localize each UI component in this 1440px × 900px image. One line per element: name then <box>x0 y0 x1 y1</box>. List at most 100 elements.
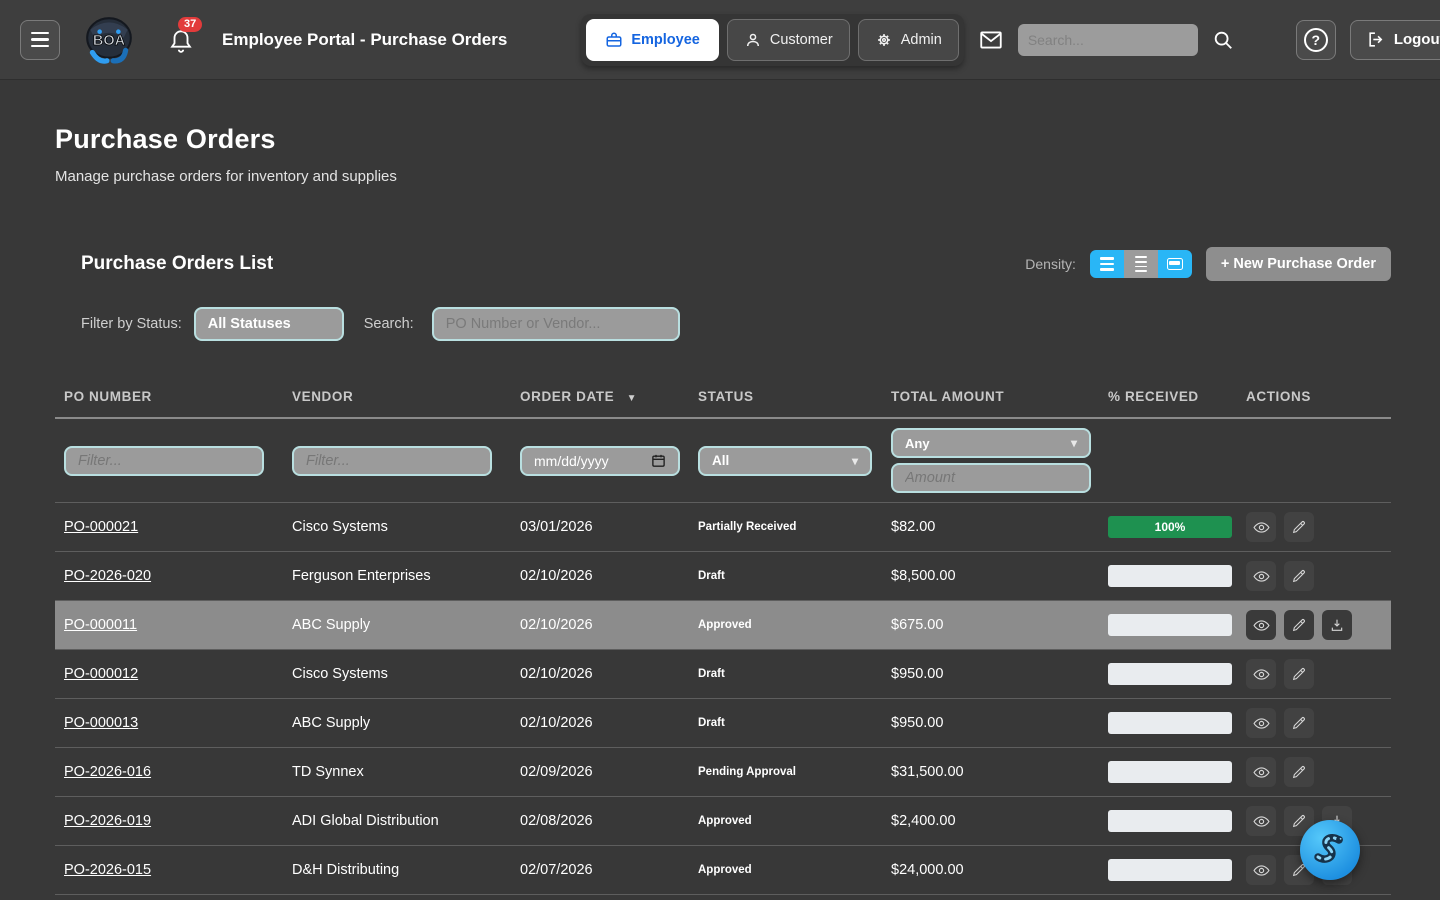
table-row[interactable]: PO-2026-016 TD Synnex 02/09/2026 Pending… <box>55 748 1391 797</box>
edit-button[interactable] <box>1284 512 1314 542</box>
briefcase-icon <box>605 31 623 49</box>
po-vendor-search-field <box>432 307 680 341</box>
date-filter-input[interactable]: mm/dd/yyyy <box>520 446 680 476</box>
edit-button[interactable] <box>1284 757 1314 787</box>
status-column-select[interactable]: All ▾ <box>698 446 872 476</box>
page-title: Purchase Orders <box>55 124 1391 155</box>
amount-range-select[interactable]: Any ▾ <box>891 428 1091 458</box>
assistant-fab-button[interactable] <box>1300 820 1360 880</box>
eye-icon <box>1253 568 1270 585</box>
tab-admin[interactable]: Admin <box>858 19 959 61</box>
view-button[interactable] <box>1246 512 1276 542</box>
po-vendor-search-input[interactable] <box>446 316 666 332</box>
tab-employee[interactable]: Employee <box>586 19 719 61</box>
view-button[interactable] <box>1246 757 1276 787</box>
download-button[interactable] <box>1322 610 1352 640</box>
table-row[interactable]: PO-2026-015 D&H Distributing 02/07/2026 … <box>55 846 1391 895</box>
table-row-selected[interactable]: PO-000011 ABC Supply 02/10/2026 Approved… <box>55 601 1391 650</box>
status-cell: Approved <box>698 815 891 827</box>
order-date-cell: 02/10/2026 <box>520 617 698 633</box>
top-bar: BOA 37 Employee Portal - Purchase Orders… <box>0 0 1440 80</box>
vendor-cell: Cisco Systems <box>292 519 520 535</box>
amount-cell: $8,500.00 <box>891 568 1108 584</box>
po-link[interactable]: PO-000021 <box>64 519 138 535</box>
chevron-down-icon: ▾ <box>852 454 858 468</box>
order-date-cell: 02/10/2026 <box>520 715 698 731</box>
tab-customer-label: Customer <box>770 32 833 48</box>
view-button[interactable] <box>1246 659 1276 689</box>
download-icon <box>1329 617 1345 633</box>
table-filter-row: mm/dd/yyyy All ▾ Any ▾ <box>55 419 1391 503</box>
po-link[interactable]: PO-2026-016 <box>64 764 151 780</box>
density-comfortable-button[interactable] <box>1124 250 1158 278</box>
amount-cell: $82.00 <box>891 519 1108 535</box>
amount-cell: $675.00 <box>891 617 1108 633</box>
po-link[interactable]: PO-000012 <box>64 666 138 682</box>
po-link[interactable]: PO-000011 <box>64 617 137 633</box>
pencil-icon <box>1291 519 1307 535</box>
order-date-cell: 02/10/2026 <box>520 666 698 682</box>
table-row[interactable]: PO-2026-020 Ferguson Enterprises 02/10/2… <box>55 552 1391 601</box>
menu-button[interactable] <box>20 20 60 60</box>
edit-button[interactable] <box>1284 561 1314 591</box>
edit-button[interactable] <box>1284 708 1314 738</box>
order-date-cell: 02/09/2026 <box>520 764 698 780</box>
col-order-date[interactable]: ORDER DATE ▼ <box>520 389 698 404</box>
edit-button[interactable] <box>1284 610 1314 640</box>
po-link[interactable]: PO-2026-015 <box>64 862 151 878</box>
table-row[interactable]: PO-000012 Cisco Systems 02/10/2026 Draft… <box>55 650 1391 699</box>
view-button[interactable] <box>1246 610 1276 640</box>
tab-customer[interactable]: Customer <box>727 19 850 61</box>
po-link[interactable]: PO-2026-019 <box>64 813 151 829</box>
received-progress: 100% <box>1108 516 1232 538</box>
help-button[interactable]: ? <box>1296 20 1336 60</box>
search-label: Search: <box>364 316 414 332</box>
col-po-number[interactable]: PO NUMBER <box>64 389 292 404</box>
amount-filter-field <box>891 463 1091 493</box>
edit-button[interactable] <box>1284 659 1314 689</box>
logout-button[interactable]: Logout <box>1350 20 1440 60</box>
vendor-cell: D&H Distributing <box>292 862 520 878</box>
density-spacious-icon <box>1167 258 1183 270</box>
density-compact-button[interactable] <box>1090 250 1124 278</box>
density-compact-icon <box>1100 257 1114 271</box>
view-button[interactable] <box>1246 561 1276 591</box>
global-search-input[interactable] <box>1018 24 1198 56</box>
app-title: Employee Portal - Purchase Orders <box>222 30 507 50</box>
new-purchase-order-button[interactable]: + New Purchase Order <box>1206 247 1391 281</box>
view-button[interactable] <box>1246 708 1276 738</box>
snake-mascot-icon <box>1310 830 1350 870</box>
status-cell: Approved <box>698 864 891 876</box>
po-link[interactable]: PO-000013 <box>64 715 138 731</box>
list-title: Purchase Orders List <box>81 253 273 275</box>
table-row[interactable]: PO-000013 ABC Supply 02/10/2026 Draft $9… <box>55 699 1391 748</box>
status-cell: Draft <box>698 570 891 582</box>
amount-cell: $24,000.00 <box>891 862 1108 878</box>
density-toggle-group <box>1090 250 1192 278</box>
density-spacious-button[interactable] <box>1158 250 1192 278</box>
po-link[interactable]: PO-2026-020 <box>64 568 151 584</box>
table-row[interactable]: PO-2026-019 ADI Global Distribution 02/0… <box>55 797 1391 846</box>
vendor-filter-input[interactable] <box>306 453 478 469</box>
notifications-button[interactable]: 37 <box>168 27 194 53</box>
eye-icon <box>1253 666 1270 683</box>
mail-icon[interactable] <box>978 27 1004 53</box>
search-icon[interactable] <box>1212 29 1234 51</box>
col-received[interactable]: % RECEIVED <box>1108 389 1246 404</box>
table-row[interactable]: PO-000021 Cisco Systems 03/01/2026 Parti… <box>55 503 1391 552</box>
po-filter-input[interactable] <box>78 453 250 469</box>
amount-filter-input[interactable] <box>905 470 1077 486</box>
col-total-amount[interactable]: TOTAL AMOUNT <box>891 389 1108 404</box>
pencil-icon <box>1291 715 1307 731</box>
status-cell: Draft <box>698 717 891 729</box>
gear-icon <box>875 31 893 49</box>
vendor-cell: Cisco Systems <box>292 666 520 682</box>
view-button[interactable] <box>1246 855 1276 885</box>
col-status[interactable]: STATUS <box>698 389 891 404</box>
view-button[interactable] <box>1246 806 1276 836</box>
received-progress <box>1108 565 1232 587</box>
order-date-cell: 02/10/2026 <box>520 568 698 584</box>
status-filter-select[interactable]: All Statuses <box>194 307 344 341</box>
col-vendor[interactable]: VENDOR <box>292 389 520 404</box>
received-progress-label: 100% <box>1108 516 1232 538</box>
